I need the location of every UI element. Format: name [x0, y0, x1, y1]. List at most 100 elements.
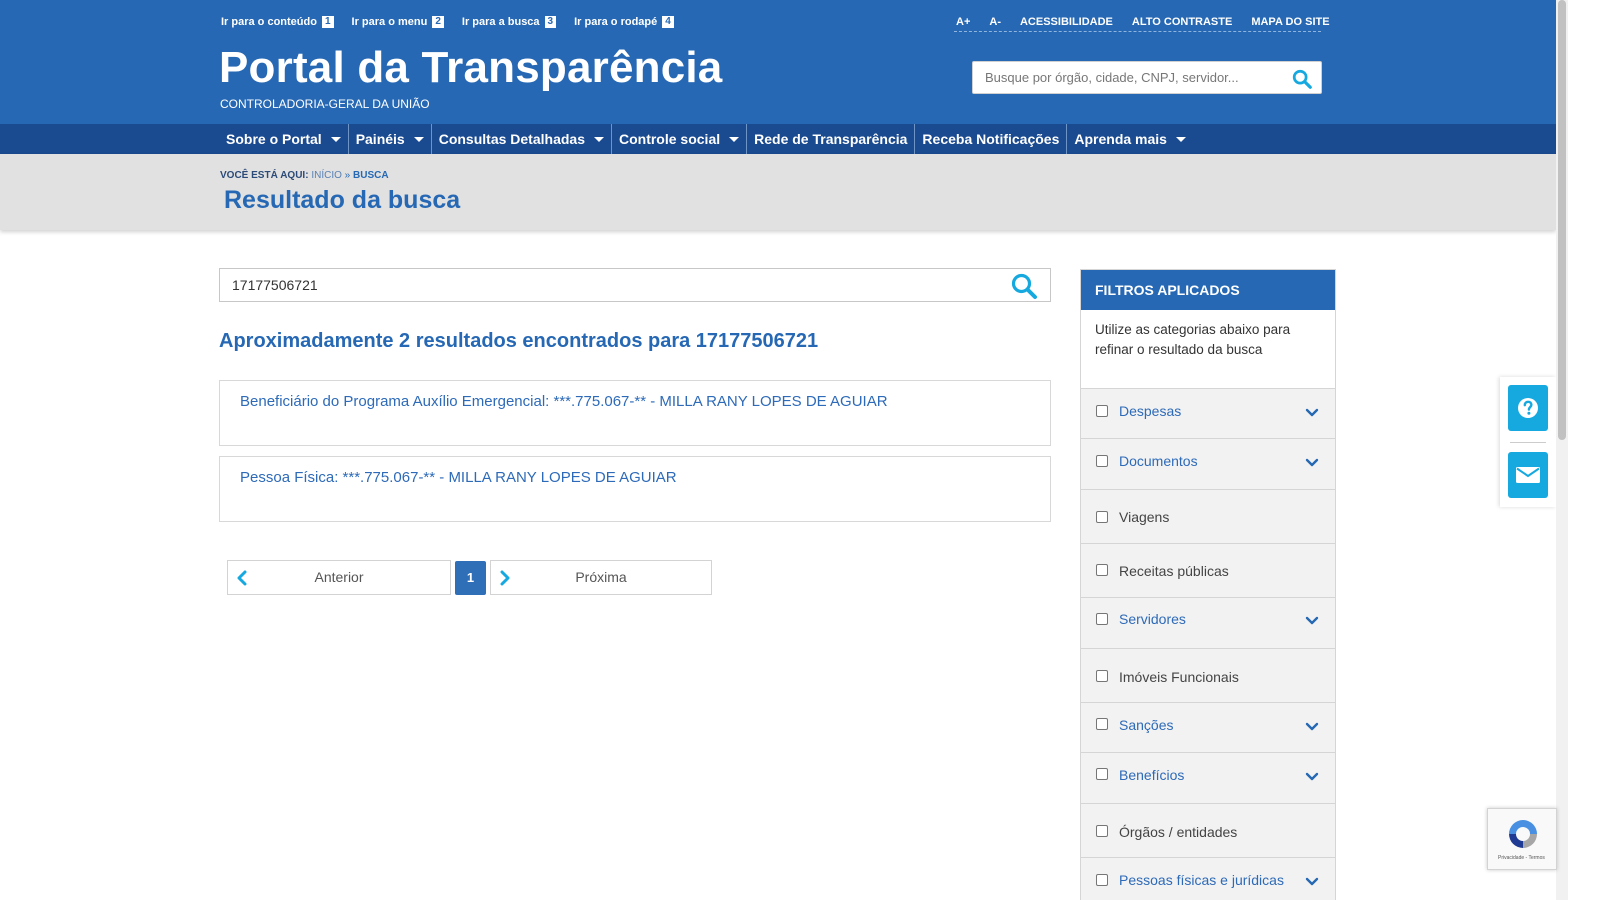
filter-item-beneficios[interactable]: Benefícios	[1081, 753, 1335, 804]
skip-link-footer[interactable]: Ir para o rodapé 4	[574, 16, 674, 28]
filter-checkbox[interactable]	[1096, 564, 1108, 576]
skip-link-menu[interactable]: Ir para o menu 2	[352, 16, 444, 28]
chevron-down-icon[interactable]	[1305, 720, 1319, 734]
page-scrollbar[interactable]	[1556, 0, 1568, 900]
chevron-down-icon[interactable]	[1305, 406, 1319, 420]
search-icon[interactable]	[1010, 272, 1038, 300]
recaptcha-text: Privacidade - Termos	[1498, 855, 1545, 861]
next-page-label: Próxima	[575, 569, 627, 585]
previous-page-button[interactable]: Anterior	[227, 560, 451, 595]
nav-item-receba-notificacoes[interactable]: Receba Notificações	[915, 124, 1068, 154]
chevron-down-icon[interactable]	[1305, 614, 1319, 628]
filters-panel: FILTROS APLICADOS Utilize as categorias …	[1080, 269, 1336, 900]
breadcrumb-prefix: VOCÊ ESTÁ AQUI:	[220, 170, 309, 181]
skip-link-key: 2	[432, 16, 444, 28]
previous-page-label: Anterior	[314, 569, 364, 585]
filter-label[interactable]: Servidores	[1119, 611, 1186, 627]
search-icon[interactable]	[1291, 68, 1313, 90]
chevron-down-icon[interactable]	[1305, 770, 1319, 784]
skip-link-key: 1	[321, 16, 334, 28]
filter-checkbox[interactable]	[1096, 455, 1108, 467]
filter-item-pessoas-fisicas-juridicas[interactable]: Pessoas físicas e jurídicas	[1081, 858, 1335, 900]
site-title[interactable]: Portal da Transparência	[219, 42, 722, 94]
filter-checkbox[interactable]	[1096, 718, 1108, 730]
header-search-input[interactable]	[973, 62, 1283, 93]
filter-checkbox[interactable]	[1096, 768, 1108, 780]
skip-link-label: Ir para o rodapé	[574, 16, 658, 28]
floating-help-panel	[1500, 377, 1556, 507]
divider	[1510, 442, 1546, 443]
site-header: Ir para o conteúdo 1 Ir para o menu 2 Ir…	[0, 0, 1556, 124]
next-page-button[interactable]: Próxima	[490, 560, 712, 595]
nav-list: Sobre o Portal Painéis Consultas Detalha…	[219, 124, 1193, 154]
filter-checkbox[interactable]	[1096, 405, 1108, 417]
nav-item-label: Controle social	[618, 131, 721, 147]
breadcrumb-separator: »	[344, 170, 351, 181]
mail-icon	[1516, 467, 1540, 483]
skip-link-key: 4	[662, 16, 674, 28]
search-input[interactable]	[220, 269, 1000, 301]
header-search-box	[972, 61, 1322, 94]
chevron-down-icon[interactable]	[1305, 875, 1319, 889]
filter-label: Imóveis Funcionais	[1119, 669, 1239, 685]
font-decrease-link[interactable]: A-	[989, 16, 1001, 31]
high-contrast-link[interactable]: ALTO CONTRASTE	[1132, 16, 1232, 31]
skip-link-search[interactable]: Ir para a busca 3	[462, 16, 557, 28]
filter-item-receitas-publicas[interactable]: Receitas públicas	[1081, 544, 1335, 598]
main-navigation: Sobre o Portal Painéis Consultas Detalha…	[0, 124, 1556, 154]
nav-item-label: Consultas Detalhadas	[438, 131, 585, 147]
filter-checkbox[interactable]	[1096, 613, 1108, 625]
nav-item-label: Sobre o Portal	[226, 131, 322, 147]
filter-item-documentos[interactable]: Documentos	[1081, 439, 1335, 490]
font-increase-link[interactable]: A+	[956, 16, 970, 31]
filter-label[interactable]: Despesas	[1119, 403, 1181, 419]
breadcrumb: VOCÊ ESTÁ AQUI: INÍCIO » BUSCA	[220, 170, 389, 181]
nav-item-controle-social[interactable]: Controle social	[612, 124, 748, 154]
filter-label: Viagens	[1119, 509, 1170, 525]
result-link[interactable]: Beneficiário do Programa Auxílio Emergen…	[240, 393, 888, 410]
help-icon	[1518, 398, 1538, 418]
site-subtitle: CONTROLADORIA-GERAL DA UNIÃO	[220, 97, 430, 111]
nav-item-consultas-detalhadas[interactable]: Consultas Detalhadas	[432, 124, 612, 154]
filter-item-sancoes[interactable]: Sanções	[1081, 703, 1335, 753]
help-button[interactable]	[1508, 385, 1548, 431]
contact-button[interactable]	[1508, 452, 1548, 498]
nav-item-sobre-o-portal[interactable]: Sobre o Portal	[219, 124, 349, 154]
chevron-down-icon[interactable]	[1305, 456, 1319, 470]
accessibility-link[interactable]: ACESSIBILIDADE	[1020, 16, 1113, 31]
sitemap-link[interactable]: MAPA DO SITE	[1251, 16, 1329, 31]
filter-label[interactable]: Sanções	[1119, 717, 1173, 733]
nav-item-rede-de-transparencia[interactable]: Rede de Transparência	[747, 124, 916, 154]
skip-link-label: Ir para o menu	[351, 16, 428, 28]
skip-link-content[interactable]: Ir para o conteúdo 1	[221, 16, 334, 28]
filter-label[interactable]: Pessoas físicas e jurídicas	[1119, 872, 1284, 888]
filter-label[interactable]: Benefícios	[1119, 767, 1184, 783]
page-number-button[interactable]: 1	[455, 561, 486, 595]
nav-item-label: Receba Notificações	[922, 131, 1060, 147]
skip-link-label: Ir para o conteúdo	[221, 16, 317, 28]
skip-link-key: 3	[544, 16, 557, 28]
scrollbar-thumb[interactable]	[1558, 0, 1566, 440]
filter-item-servidores[interactable]: Servidores	[1081, 598, 1335, 649]
breadcrumb-home-link[interactable]: INÍCIO	[311, 170, 342, 181]
filter-label[interactable]: Documentos	[1119, 453, 1198, 469]
filter-item-imoveis-funcionais[interactable]: Imóveis Funcionais	[1081, 649, 1335, 703]
filter-checkbox[interactable]	[1096, 874, 1108, 886]
skip-links: Ir para o conteúdo 1 Ir para o menu 2 Ir…	[221, 16, 674, 28]
recaptcha-badge[interactable]: Privacidade - Termos	[1487, 808, 1557, 870]
filter-item-despesas[interactable]: Despesas	[1081, 389, 1335, 439]
filter-item-orgaos-entidades[interactable]: Órgãos / entidades	[1081, 804, 1335, 858]
accessibility-bar: A+ A- ACESSIBILIDADE ALTO CONTRASTE MAPA…	[954, 16, 1330, 32]
filter-item-viagens[interactable]: Viagens	[1081, 490, 1335, 544]
nav-item-aprenda-mais[interactable]: Aprenda mais	[1067, 124, 1193, 154]
nav-item-label: Rede de Transparência	[754, 131, 908, 147]
nav-item-paineis[interactable]: Painéis	[349, 124, 432, 154]
filter-checkbox[interactable]	[1096, 670, 1108, 682]
nav-item-label: Aprenda mais	[1074, 131, 1167, 147]
result-link[interactable]: Pessoa Física: ***.775.067-** - MILLA RA…	[240, 469, 677, 486]
caret-down-icon	[1175, 136, 1186, 142]
filter-checkbox[interactable]	[1096, 511, 1108, 523]
filter-checkbox[interactable]	[1096, 825, 1108, 837]
filters-title: FILTROS APLICADOS	[1081, 270, 1335, 310]
filter-label: Órgãos / entidades	[1119, 824, 1238, 840]
